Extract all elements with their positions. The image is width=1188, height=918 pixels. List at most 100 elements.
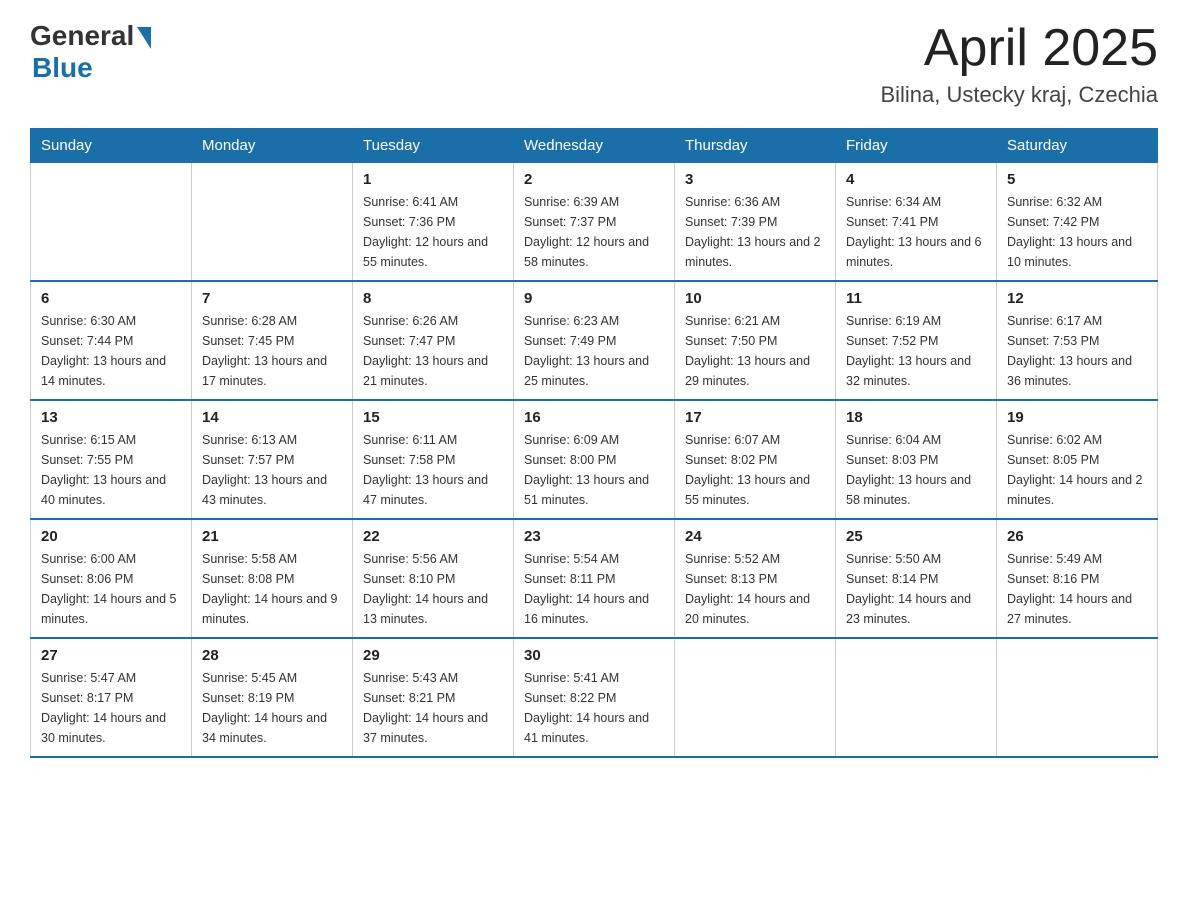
day-number: 12 — [1007, 290, 1147, 307]
calendar-cell: 1Sunrise: 6:41 AMSunset: 7:36 PMDaylight… — [353, 163, 514, 282]
location-label: Bilina, Ustecky kraj, Czechia — [880, 82, 1158, 108]
day-info: Sunrise: 5:49 AMSunset: 8:16 PMDaylight:… — [1007, 549, 1147, 629]
day-number: 7 — [202, 290, 342, 307]
weekday-header-saturday: Saturday — [997, 129, 1158, 163]
day-number: 5 — [1007, 171, 1147, 188]
day-number: 25 — [846, 528, 986, 545]
day-info: Sunrise: 6:09 AMSunset: 8:00 PMDaylight:… — [524, 430, 664, 510]
day-info: Sunrise: 5:50 AMSunset: 8:14 PMDaylight:… — [846, 549, 986, 629]
calendar-cell: 29 Sunrise: 5:43 AMSunset: 8:21 PMDayligh… — [353, 638, 514, 757]
day-number: 30 — [524, 647, 664, 664]
day-number: 10 — [685, 290, 825, 307]
calendar-cell: 15 Sunrise: 6:11 AMSunset: 7:58 PMDayligh… — [353, 400, 514, 519]
day-number: 21 — [202, 528, 342, 545]
calendar-cell: 23 Sunrise: 5:54 AMSunset: 8:11 PMDayligh… — [514, 519, 675, 638]
day-info: Sunrise: 6:00 AMSunset: 8:06 PMDaylight:… — [41, 549, 181, 629]
calendar-cell: 20 Sunrise: 6:00 AMSunset: 8:06 PMDayligh… — [31, 519, 192, 638]
title-section: April 2025 Bilina, Ustecky kraj, Czechia — [880, 20, 1158, 108]
day-info: Sunrise: 5:58 AMSunset: 8:08 PMDaylight:… — [202, 549, 342, 629]
logo-triangle-icon — [137, 27, 151, 49]
day-number: 15 — [363, 409, 503, 426]
day-number: 11 — [846, 290, 986, 307]
day-info: Sunrise: 6:02 AMSunset: 8:05 PMDaylight:… — [1007, 430, 1147, 510]
day-number: 6 — [41, 290, 181, 307]
day-number: 13 — [41, 409, 181, 426]
day-info: Sunrise: 6:19 AMSunset: 7:52 PMDaylight:… — [846, 311, 986, 391]
day-number: 20 — [41, 528, 181, 545]
logo-blue-text: Blue — [32, 52, 93, 84]
day-number: 23 — [524, 528, 664, 545]
day-number: 22 — [363, 528, 503, 545]
day-info: Sunrise: 6:13 AMSunset: 7:57 PMDaylight:… — [202, 430, 342, 510]
calendar-table: SundayMondayTuesdayWednesdayThursdayFrid… — [30, 128, 1158, 758]
day-info: Sunrise: 6:30 AMSunset: 7:44 PMDaylight:… — [41, 311, 181, 391]
calendar-cell: 21 Sunrise: 5:58 AMSunset: 8:08 PMDayligh… — [192, 519, 353, 638]
day-info: Sunrise: 6:34 AMSunset: 7:41 PMDaylight:… — [846, 192, 986, 272]
calendar-cell — [31, 163, 192, 282]
calendar-cell: 6 Sunrise: 6:30 AMSunset: 7:44 PMDaylight… — [31, 281, 192, 400]
calendar-cell: 16 Sunrise: 6:09 AMSunset: 8:00 PMDayligh… — [514, 400, 675, 519]
calendar-cell: 28Sunrise: 5:45 AMSunset: 8:19 PMDayligh… — [192, 638, 353, 757]
day-number: 29 — [363, 647, 503, 664]
calendar-cell: 4 Sunrise: 6:34 AMSunset: 7:41 PMDaylight… — [836, 163, 997, 282]
day-info: Sunrise: 5:54 AMSunset: 8:11 PMDaylight:… — [524, 549, 664, 629]
day-number: 27 — [41, 647, 181, 664]
calendar-cell: 11 Sunrise: 6:19 AMSunset: 7:52 PMDayligh… — [836, 281, 997, 400]
day-number: 17 — [685, 409, 825, 426]
page-header: General Blue April 2025 Bilina, Ustecky … — [30, 20, 1158, 108]
calendar-cell: 9 Sunrise: 6:23 AMSunset: 7:49 PMDaylight… — [514, 281, 675, 400]
calendar-week-row: 1Sunrise: 6:41 AMSunset: 7:36 PMDaylight… — [31, 163, 1158, 282]
day-number: 16 — [524, 409, 664, 426]
day-info: Sunrise: 5:41 AMSunset: 8:22 PMDaylight:… — [524, 668, 664, 748]
day-info: Sunrise: 6:36 AMSunset: 7:39 PMDaylight:… — [685, 192, 825, 272]
day-info: Sunrise: 6:17 AMSunset: 7:53 PMDaylight:… — [1007, 311, 1147, 391]
calendar-cell: 3 Sunrise: 6:36 AMSunset: 7:39 PMDaylight… — [675, 163, 836, 282]
calendar-cell: 26 Sunrise: 5:49 AMSunset: 8:16 PMDayligh… — [997, 519, 1158, 638]
calendar-cell: 18Sunrise: 6:04 AMSunset: 8:03 PMDayligh… — [836, 400, 997, 519]
day-number: 28 — [202, 647, 342, 664]
day-info: Sunrise: 5:56 AMSunset: 8:10 PMDaylight:… — [363, 549, 503, 629]
calendar-cell: 27Sunrise: 5:47 AMSunset: 8:17 PMDayligh… — [31, 638, 192, 757]
day-info: Sunrise: 6:11 AMSunset: 7:58 PMDaylight:… — [363, 430, 503, 510]
logo-general-text: General — [30, 20, 134, 52]
calendar-cell: 10 Sunrise: 6:21 AMSunset: 7:50 PMDayligh… — [675, 281, 836, 400]
calendar-cell: 14 Sunrise: 6:13 AMSunset: 7:57 PMDayligh… — [192, 400, 353, 519]
day-number: 4 — [846, 171, 986, 188]
calendar-cell: 5 Sunrise: 6:32 AMSunset: 7:42 PMDaylight… — [997, 163, 1158, 282]
day-number: 14 — [202, 409, 342, 426]
weekday-header-row: SundayMondayTuesdayWednesdayThursdayFrid… — [31, 129, 1158, 163]
day-info: Sunrise: 6:32 AMSunset: 7:42 PMDaylight:… — [1007, 192, 1147, 272]
day-number: 3 — [685, 171, 825, 188]
calendar-cell — [997, 638, 1158, 757]
day-number: 24 — [685, 528, 825, 545]
logo: General Blue — [30, 20, 151, 84]
day-number: 2 — [524, 171, 664, 188]
day-info: Sunrise: 6:15 AMSunset: 7:55 PMDaylight:… — [41, 430, 181, 510]
weekday-header-tuesday: Tuesday — [353, 129, 514, 163]
day-info: Sunrise: 6:04 AMSunset: 8:03 PMDaylight:… — [846, 430, 986, 510]
calendar-week-row: 27Sunrise: 5:47 AMSunset: 8:17 PMDayligh… — [31, 638, 1158, 757]
day-info: Sunrise: 6:21 AMSunset: 7:50 PMDaylight:… — [685, 311, 825, 391]
day-info: Sunrise: 6:28 AMSunset: 7:45 PMDaylight:… — [202, 311, 342, 391]
day-number: 9 — [524, 290, 664, 307]
calendar-cell: 17 Sunrise: 6:07 AMSunset: 8:02 PMDayligh… — [675, 400, 836, 519]
day-info: Sunrise: 6:23 AMSunset: 7:49 PMDaylight:… — [524, 311, 664, 391]
calendar-cell: 25 Sunrise: 5:50 AMSunset: 8:14 PMDayligh… — [836, 519, 997, 638]
calendar-cell: 19 Sunrise: 6:02 AMSunset: 8:05 PMDayligh… — [997, 400, 1158, 519]
day-number: 26 — [1007, 528, 1147, 545]
calendar-cell: 22 Sunrise: 5:56 AMSunset: 8:10 PMDayligh… — [353, 519, 514, 638]
day-info: Sunrise: 5:43 AMSunset: 8:21 PMDaylight:… — [363, 668, 503, 748]
calendar-cell: 7 Sunrise: 6:28 AMSunset: 7:45 PMDaylight… — [192, 281, 353, 400]
calendar-cell: 8Sunrise: 6:26 AMSunset: 7:47 PMDaylight… — [353, 281, 514, 400]
calendar-cell — [675, 638, 836, 757]
day-number: 8 — [363, 290, 503, 307]
calendar-cell — [192, 163, 353, 282]
calendar-week-row: 20 Sunrise: 6:00 AMSunset: 8:06 PMDayligh… — [31, 519, 1158, 638]
calendar-cell: 24Sunrise: 5:52 AMSunset: 8:13 PMDayligh… — [675, 519, 836, 638]
calendar-cell: 13 Sunrise: 6:15 AMSunset: 7:55 PMDayligh… — [31, 400, 192, 519]
calendar-cell: 12 Sunrise: 6:17 AMSunset: 7:53 PMDayligh… — [997, 281, 1158, 400]
weekday-header-thursday: Thursday — [675, 129, 836, 163]
day-info: Sunrise: 6:39 AMSunset: 7:37 PMDaylight:… — [524, 192, 664, 272]
day-number: 19 — [1007, 409, 1147, 426]
day-info: Sunrise: 6:07 AMSunset: 8:02 PMDaylight:… — [685, 430, 825, 510]
